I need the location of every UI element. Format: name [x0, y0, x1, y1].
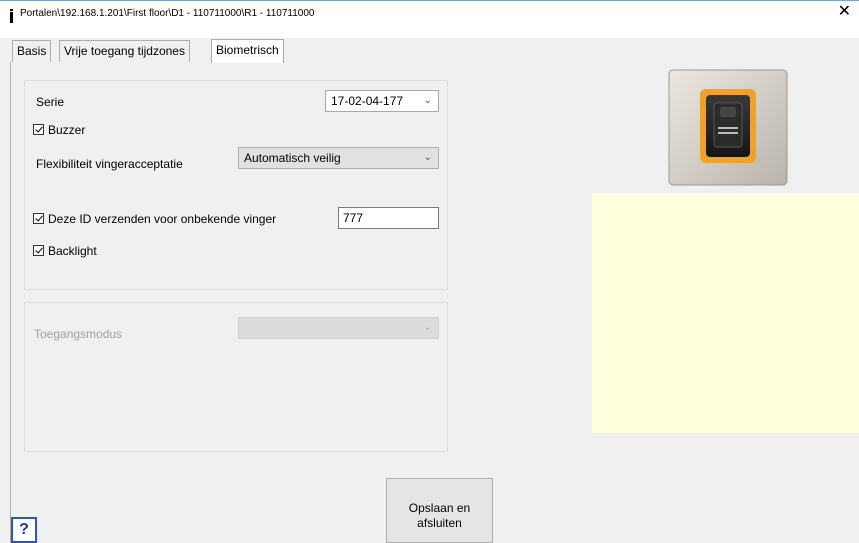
panel-divider	[10, 62, 11, 543]
save-and-close-button[interactable]: Opslaan en afsluiten	[386, 478, 493, 543]
tab-biometrisch[interactable]: Biometrisch	[211, 39, 284, 63]
checkbox-checked-icon	[33, 245, 44, 256]
window-title: Portalen\192.168.1.201\First floor\D1 - …	[20, 8, 315, 19]
help-button[interactable]: ?	[11, 517, 37, 543]
backlight-label: Backlight	[48, 244, 97, 258]
flex-value: Automatisch veilig	[244, 151, 341, 165]
title-bar: Portalen\192.168.1.201\First floor\D1 - …	[0, 0, 859, 38]
buzzer-checkbox[interactable]: Buzzer	[33, 123, 85, 137]
checkbox-checked-icon	[33, 213, 44, 224]
save-button-line1: Opslaan en	[408, 501, 471, 515]
serie-dropdown[interactable]: 17-02-04-177 ⌄	[325, 90, 439, 112]
close-icon[interactable]: ✕	[838, 4, 851, 20]
send-id-checkbox[interactable]: Deze ID verzenden voor onbekende vinger	[33, 212, 276, 226]
fingerprint-reader-image	[668, 69, 788, 186]
device-settings-window: Portalen\192.168.1.201\First floor\D1 - …	[0, 0, 859, 543]
unknown-finger-id-input[interactable]: 777	[338, 207, 439, 229]
tab-vrije-toegang-tijdzones[interactable]: Vrije toegang tijdzones	[59, 40, 190, 62]
flex-dropdown[interactable]: Automatisch veilig ⌄	[238, 147, 439, 169]
checkbox-checked-icon	[33, 124, 44, 135]
app-icon	[10, 9, 14, 23]
chevron-down-icon: ⌄	[423, 95, 432, 106]
reader-info-panel	[592, 193, 859, 433]
buzzer-label: Buzzer	[48, 123, 86, 137]
serie-value: 17-02-04-177	[331, 94, 404, 108]
toegangsmodus-label: Toegangsmodus	[34, 327, 123, 341]
save-button-line2: afsluiten	[417, 516, 462, 530]
tab-basis[interactable]: Basis	[12, 40, 52, 62]
toegangsmodus-dropdown[interactable]: ⌄	[238, 317, 439, 339]
serie-label: Serie	[36, 95, 65, 109]
chevron-down-icon: ⌄	[423, 152, 432, 163]
chevron-down-icon: ⌄	[423, 322, 432, 333]
send-id-label: Deze ID verzenden voor onbekende vinger	[48, 212, 277, 226]
backlight-checkbox[interactable]: Backlight	[33, 244, 97, 258]
flex-label: Flexibiliteit vingeracceptatie	[36, 157, 183, 171]
